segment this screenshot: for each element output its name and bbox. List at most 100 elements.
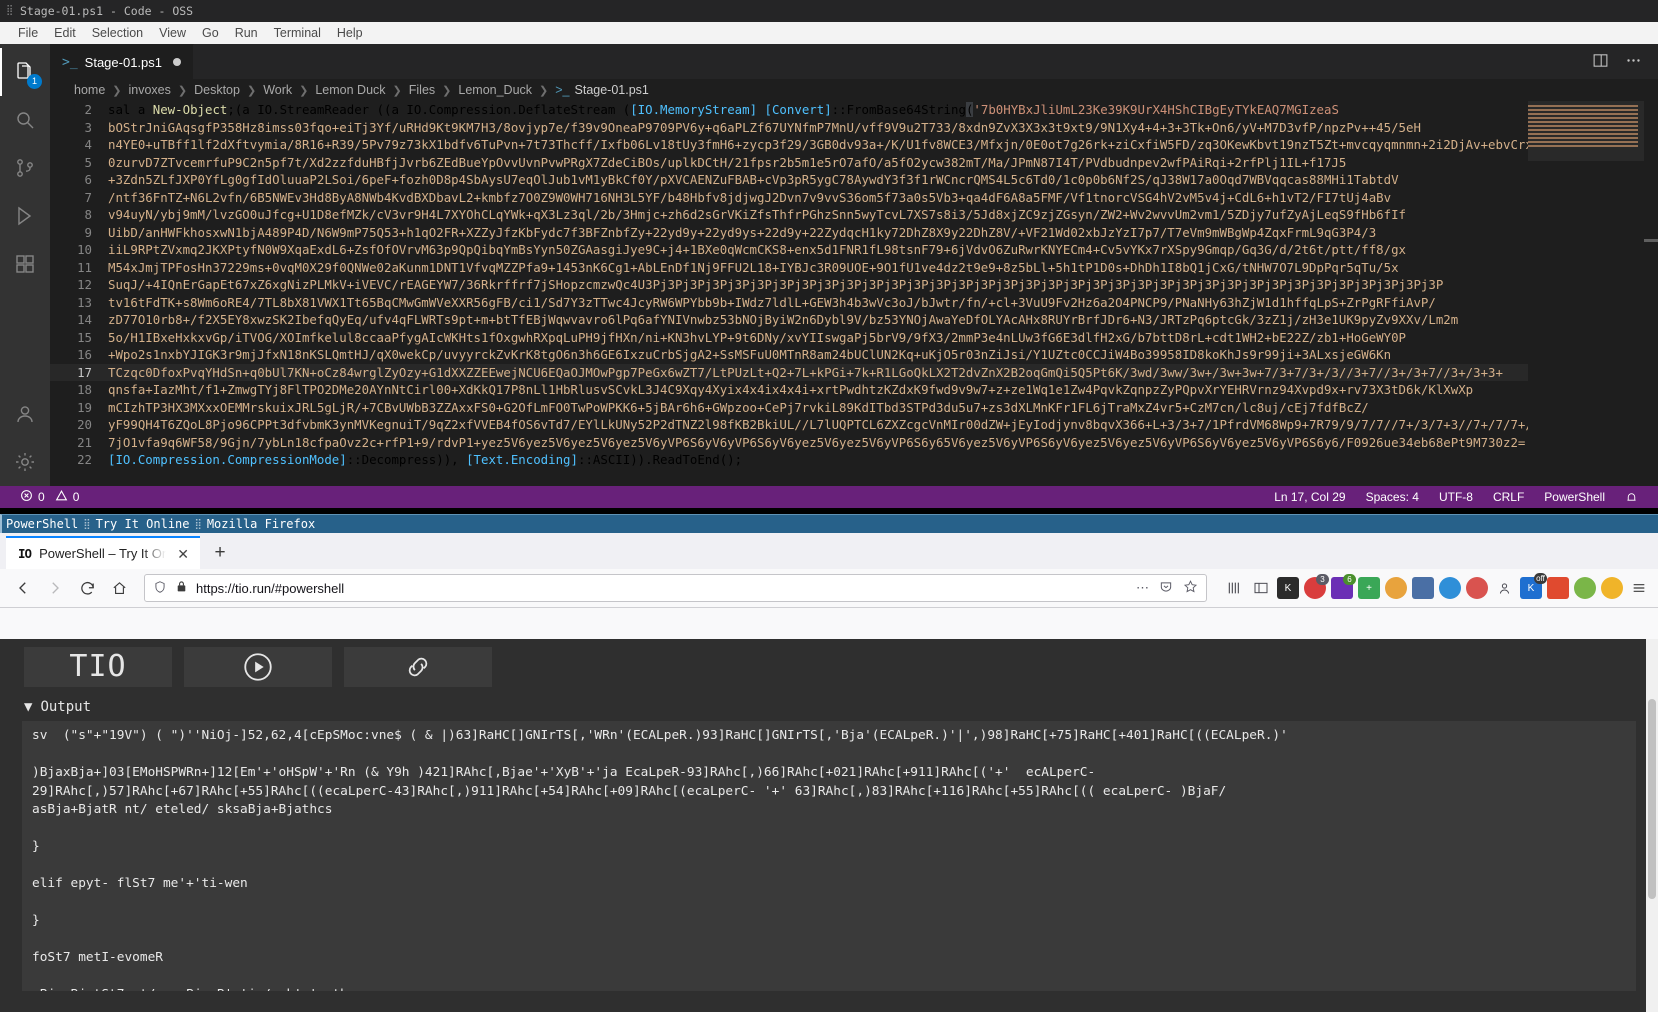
code-content[interactable]: 2 sal a New-Object;(a IO.StreamReader ((a… [50, 101, 1658, 486]
code-line[interactable]: 13 tv16tFdTK+s8Wm6oRE4/7TL8bX81VWX1Tt65Bq… [50, 294, 1658, 312]
new-tab-button[interactable]: + [200, 536, 240, 569]
menu-terminal[interactable]: Terminal [266, 26, 329, 40]
reader-pocket-icon[interactable] [1159, 580, 1173, 597]
overview-ruler[interactable] [1644, 101, 1658, 486]
split-editor-icon[interactable] [1592, 52, 1609, 72]
activity-settings-gear[interactable] [0, 438, 50, 486]
ublock-extension-icon[interactable]: 3 [1304, 574, 1329, 599]
padlock-icon[interactable] [175, 580, 188, 596]
red-circle-extension-icon[interactable] [1466, 577, 1488, 599]
activity-extensions[interactable] [0, 240, 50, 288]
breadcrumb-item-lemon-duck-folder[interactable]: Lemon_Duck [456, 83, 534, 97]
sidebar-icon[interactable] [1250, 577, 1272, 599]
activity-explorer[interactable]: 1 [0, 48, 50, 96]
activity-search[interactable] [0, 96, 50, 144]
noscript-extension-icon[interactable]: 6 [1331, 574, 1356, 599]
kee-extension-icon[interactable]: K [1277, 577, 1299, 599]
tio-output-header[interactable]: ▼ Output [0, 693, 1658, 721]
code-line[interactable]: 2 sal a New-Object;(a IO.StreamReader ((a… [50, 101, 1658, 119]
page-scrollbar[interactable] [1646, 639, 1658, 1012]
person-extension-icon[interactable] [1493, 577, 1515, 599]
url-bar[interactable]: https://tio.run/#powershell ⋯ [144, 574, 1207, 602]
library-icon[interactable] [1223, 577, 1245, 599]
code-line[interactable]: 21 7jO1vfa9q6WF58/9Gjn/7ybLn18cfpaOvz2c+r… [50, 434, 1658, 452]
green-extension-icon[interactable]: + [1358, 577, 1380, 599]
code-line[interactable]: 7/ntf36FnTZ+N6L2vfn/6B5NWEv3Hd8ByA8NWb4K… [50, 189, 1658, 207]
tio-output-text[interactable]: sv ("s"+"19V") ( ")''NiOj-]52,62,4[cEpSM… [22, 721, 1636, 991]
code-line[interactable]: 12 SuqJ/+4IQnErGapEt67xZ6xgNizPLMkV+iVEVC… [50, 276, 1658, 294]
code-editor[interactable]: 2 sal a New-Object;(a IO.StreamReader ((a… [50, 101, 1658, 486]
menu-run[interactable]: Run [227, 26, 266, 40]
breadcrumb-item-invoxes[interactable]: invoxes [127, 83, 173, 97]
code-line[interactable]: 18 qnsfa+IazMht/f1+ZmwgTYj8FlTPO2DMe20AYn… [50, 381, 1658, 399]
more-actions-icon[interactable] [1625, 52, 1642, 72]
breadcrumb-item-desktop[interactable]: Desktop [192, 83, 242, 97]
blue-square-extension-icon[interactable] [1412, 577, 1434, 599]
minimap[interactable] [1528, 101, 1644, 486]
page-actions-ellipsis-icon[interactable]: ⋯ [1136, 580, 1149, 596]
back-arrow-icon[interactable] [8, 573, 38, 603]
menu-selection[interactable]: Selection [84, 26, 151, 40]
breadcrumb-item-files[interactable]: Files [407, 83, 437, 97]
statusbar-eol[interactable]: CRLF [1483, 486, 1534, 508]
code-line[interactable]: 17 TCzqc0DfoxPvqYHdSn+q0bUl7KN+oCz84wrglZ… [50, 363, 1658, 381]
hamburger-menu-icon[interactable] [1628, 577, 1650, 599]
code-line[interactable]: 4 n4YE0+uTBff1lf2dXftvymia/8R16+R39/5Pv79… [50, 136, 1658, 154]
code-line[interactable]: 14 zD77O10rb8+/f2X5EY8xwzSK2IbefqQyEq/ufv… [50, 311, 1658, 329]
breadcrumb-item-home[interactable]: home [72, 83, 107, 97]
code-line[interactable]: 11 M54xJmjTPFosHn37229ms+0vqM0X29f0QNWe02… [50, 259, 1658, 277]
menu-file[interactable]: File [10, 26, 46, 40]
statusbar-cursor-position[interactable]: Ln 17, Col 29 [1264, 486, 1355, 508]
url-text[interactable]: https://tio.run/#powershell [196, 581, 1128, 596]
activity-run-debug[interactable] [0, 192, 50, 240]
scrollbar-thumb[interactable] [1648, 699, 1656, 899]
line-number: 18 [77, 382, 92, 397]
cloud-extension-icon[interactable] [1439, 577, 1461, 599]
close-tab-icon[interactable]: ✕ [174, 545, 192, 563]
breadcrumb-item-work[interactable]: Work [261, 83, 294, 97]
green-circle-extension-icon[interactable] [1574, 577, 1596, 599]
keepass-extension-icon[interactable]: K off [1520, 573, 1547, 599]
orange-extension-icon[interactable] [1547, 577, 1569, 599]
forward-arrow-icon[interactable] [40, 573, 70, 603]
home-icon[interactable] [104, 573, 134, 603]
statusbar-language-mode[interactable]: PowerShell [1534, 486, 1615, 508]
tio-link-button[interactable] [344, 647, 492, 687]
breadcrumb-item-file[interactable]: >_ Stage-01.ps1 [553, 83, 651, 97]
reload-icon[interactable] [72, 573, 102, 603]
browser-tab-tio[interactable]: IO PowerShell – Try It Online ✕ [6, 536, 200, 569]
code-line[interactable]: 16 +Wpo2s1nxbYJIGK3r9mjJfxN18nKSLQmtHJ/qX… [50, 346, 1658, 364]
code-line[interactable]: 20 yF99QH4T6ZQoL8Pjo96CPPt3dfvbmK3ynMVKeg… [50, 416, 1658, 434]
statusbar-notifications-bell-icon[interactable] [1615, 486, 1648, 508]
tab-stage-01-ps1[interactable]: >_ Stage-01.ps1 [50, 44, 194, 79]
activity-accounts[interactable] [0, 390, 50, 438]
code-line[interactable]: 3 bOStrJniGAqsgfP358Hz8imss03fqo+eiTj3Yf/… [50, 119, 1658, 137]
statusbar-encoding[interactable]: UTF-8 [1429, 486, 1483, 508]
menu-edit[interactable]: Edit [46, 26, 84, 40]
menu-help[interactable]: Help [329, 26, 371, 40]
menu-go[interactable]: Go [194, 26, 227, 40]
bookmark-star-icon[interactable] [1183, 579, 1198, 597]
vscode-menubar[interactable]: File Edit Selection View Go Run Terminal… [0, 22, 1658, 44]
code-line[interactable]: 19 mCIzhTP3HX3MXxxOEMMrskuixJRL5gLjR/+7CB… [50, 399, 1658, 417]
statusbar-indentation[interactable]: Spaces: 4 [1356, 486, 1429, 508]
shield-icon[interactable] [153, 580, 167, 597]
code-line[interactable]: 22 [IO.Compression.CompressionMode]::Deco… [50, 451, 1658, 469]
code-line[interactable]: 5 0zurvD7ZTvcemrfuP9C2n5pf7t/Xd2zzfduHBfj… [50, 154, 1658, 172]
activity-source-control[interactable] [0, 144, 50, 192]
code-line[interactable]: 15 5o/H1IBxeHxkxvGp/iTVOG/XOImfkelul8ccaa… [50, 329, 1658, 347]
code-line[interactable]: 8 v94uyN/ybj9mM/lvzGO0uJfcg+U1D8efMZk/cV3… [50, 206, 1658, 224]
code-line[interactable]: 9 UibD/anHWFkhosxwN1bjA489P4D/N6W9mP75Q53… [50, 224, 1658, 242]
tio-logo-button[interactable]: TIO [24, 647, 172, 687]
code-text: n4YE0+uTBff1lf2dXftvymia/8R16+R39/5Pv79z… [108, 137, 1658, 152]
code-text: UibD/anHWFkhosxwN1bjA489P4D/N6W9mP75Q53+… [108, 224, 1377, 240]
collapse-triangle-icon[interactable]: ▼ [24, 699, 32, 715]
code-line[interactable]: 6 +3Zdn5ZLfJXP0YfLg0gfIdOluuaP2LSoi/6peF+… [50, 171, 1658, 189]
code-line[interactable]: 10 iiL9RPtZVxmq2JKXPtyfN0W9XqaExdL6+ZsfOf… [50, 241, 1658, 259]
tio-run-button[interactable] [184, 647, 332, 687]
palette-extension-icon[interactable] [1385, 577, 1407, 599]
statusbar-problems[interactable]: 0 0 [10, 486, 89, 508]
breadcrumb-item-lemon-duck[interactable]: Lemon Duck [313, 83, 387, 97]
yellow-circle-extension-icon[interactable] [1601, 577, 1623, 599]
menu-view[interactable]: View [151, 26, 194, 40]
